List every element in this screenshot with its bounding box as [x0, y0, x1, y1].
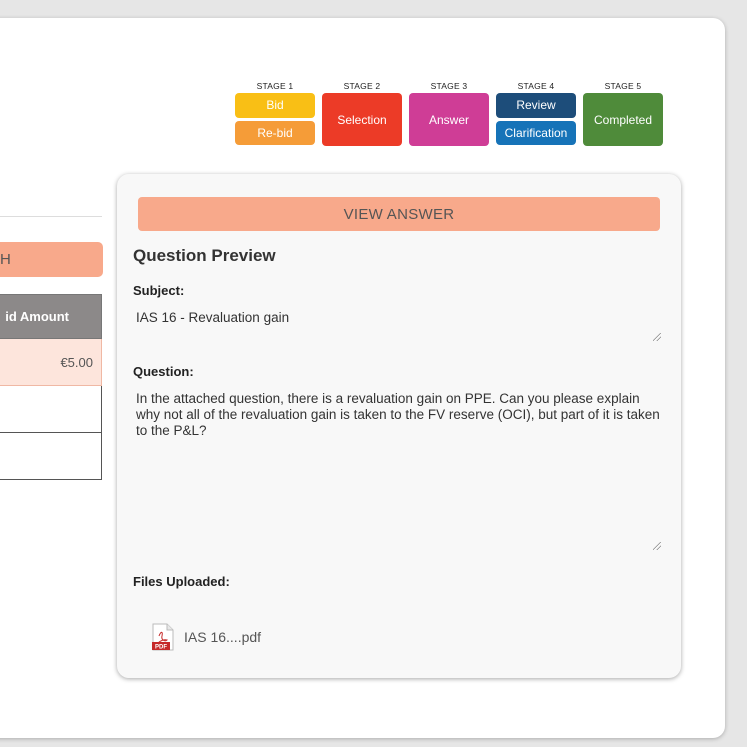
- stage-label: STAGE 2: [343, 81, 381, 91]
- stage-review-button[interactable]: Review: [496, 93, 576, 118]
- preview-title: Question Preview: [133, 246, 276, 265]
- stage-3: STAGE 3 Answer: [409, 81, 489, 146]
- stage-5: STAGE 5 Completed: [583, 81, 663, 146]
- table-row[interactable]: [0, 433, 102, 480]
- stage-selection-button[interactable]: Selection: [322, 93, 402, 146]
- stage-answer-button[interactable]: Answer: [409, 93, 489, 146]
- stage-2: STAGE 2 Selection: [322, 81, 402, 146]
- files-label: Files Uploaded:: [133, 574, 230, 589]
- question-label: Question:: [133, 364, 194, 379]
- resize-handle-icon[interactable]: [653, 333, 661, 341]
- subject-field[interactable]: IAS 16 - Revaluation gain: [133, 307, 663, 343]
- stage-label: STAGE 1: [256, 81, 294, 91]
- file-name-link[interactable]: IAS 16....pdf: [184, 629, 261, 645]
- svg-text:PDF: PDF: [155, 645, 167, 651]
- view-answer-button[interactable]: VIEW ANSWER: [138, 197, 660, 231]
- stage-label: STAGE 4: [517, 81, 555, 91]
- stage-4: STAGE 4 Review Clarification: [496, 81, 576, 145]
- subject-label: Subject:: [133, 283, 185, 298]
- subject-value: IAS 16 - Revaluation gain: [136, 310, 290, 325]
- pdf-file-icon: PDF: [151, 623, 175, 651]
- bids-table: id Amount €5.00: [0, 294, 102, 480]
- resize-handle-icon[interactable]: [653, 542, 661, 550]
- question-value: In the attached question, there is a rev…: [136, 391, 660, 438]
- stage-1: STAGE 1 Bid Re-bid: [235, 81, 315, 145]
- stage-rebid-button[interactable]: Re-bid: [235, 120, 315, 145]
- search-button[interactable]: H: [0, 242, 103, 277]
- stage-bid-button[interactable]: Bid: [235, 93, 315, 118]
- file-item[interactable]: PDF IAS 16....pdf: [151, 623, 261, 651]
- question-field[interactable]: In the attached question, there is a rev…: [133, 388, 663, 552]
- stage-label: STAGE 5: [604, 81, 642, 91]
- table-row[interactable]: €5.00: [0, 339, 102, 386]
- stage-label: STAGE 3: [430, 81, 468, 91]
- table-row[interactable]: [0, 386, 102, 433]
- stage-completed-button[interactable]: Completed: [583, 93, 663, 146]
- bid-amount-header[interactable]: id Amount: [0, 294, 102, 339]
- question-preview-card: VIEW ANSWER Question Preview Subject: IA…: [117, 174, 681, 678]
- divider: [0, 216, 102, 217]
- stage-clarification-button[interactable]: Clarification: [496, 120, 576, 145]
